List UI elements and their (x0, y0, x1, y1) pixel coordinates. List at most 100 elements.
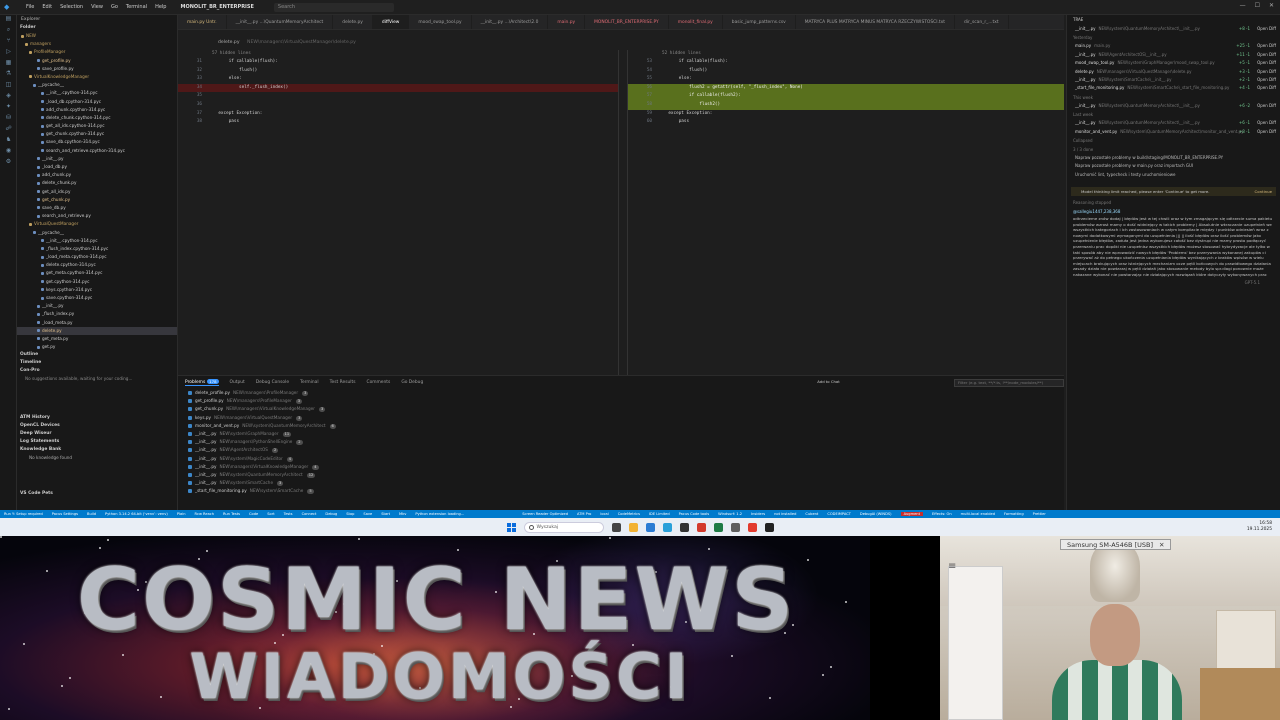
tree-item[interactable]: add_chunk.py (17, 171, 177, 179)
code-line[interactable]: 58 flush2() (628, 100, 1064, 110)
tree-item[interactable]: __pycache__ (17, 81, 177, 89)
tree-item[interactable]: managers (17, 40, 177, 48)
diff-original-pane[interactable]: 57 hidden lines 31 if callable(flush): 32… (178, 50, 618, 375)
vscode-taskbar-icon[interactable] (662, 522, 672, 532)
problem-file-row[interactable]: __init__.py NEW\AgentArchitectOS 2 (178, 446, 1064, 454)
changed-file-row[interactable]: __init__.py NEW\system\QuantumMemoryArchi… (1067, 102, 1280, 110)
menu-terminal[interactable]: Terminal (122, 4, 151, 10)
problem-file-row[interactable]: keys.py NEW\managers\VirtualQuestManager 3 (178, 414, 1064, 422)
editor-tab[interactable]: delete.py (333, 15, 373, 29)
problems-filter-input[interactable]: Filter (e.g. text, **/*.ts, !**/node_mod… (954, 378, 1064, 387)
changed-file-row[interactable]: main.py main.py +25 -1 Open Diff (1067, 42, 1280, 50)
tree-item[interactable]: search_and_retrieve.cpython-314.pyc (17, 147, 177, 155)
open-diff-button[interactable]: Open Diff (1257, 59, 1276, 67)
status-item[interactable]: Stop (346, 512, 354, 516)
knowledge-bank-section[interactable]: Knowledge Bank (17, 446, 177, 454)
code-line[interactable]: 59 except Exception: (628, 110, 1064, 119)
excel-icon[interactable] (713, 522, 723, 532)
menu-help[interactable]: Help (151, 4, 170, 10)
status-item[interactable]: ATM Pro (577, 512, 591, 516)
status-item[interactable]: Cubent (805, 512, 818, 516)
changed-file-row[interactable]: monitor_and_vent.py NEW\system\QuantumMem… (1067, 128, 1280, 136)
tree-item[interactable]: search_and_retrieve.py (17, 212, 177, 220)
tree-item[interactable]: get_all_ids.py (17, 188, 177, 196)
menu-view[interactable]: View (87, 4, 107, 10)
tree-item[interactable]: delete_chunk.py (17, 179, 177, 187)
tree-item[interactable]: get_chunk.py (17, 196, 177, 204)
menu-edit[interactable]: Edit (38, 4, 56, 10)
windows-start-icon[interactable] (506, 522, 516, 532)
maximize-icon[interactable]: ☐ (1255, 2, 1260, 9)
tab-go-debug[interactable]: Go Debug (401, 380, 423, 385)
open-diff-button[interactable]: Open Diff (1257, 51, 1276, 59)
tree-item[interactable]: VirtualKnowledgeManager (17, 73, 177, 81)
status-item[interactable]: Pacus Code tools (679, 512, 710, 516)
tree-item[interactable]: get_profile.py (17, 57, 177, 65)
changed-file-row[interactable]: __init__.py NEW\system\QuantumMemoryArchi… (1067, 25, 1280, 33)
tree-item[interactable]: __init__.py (17, 155, 177, 163)
tree-item[interactable]: __init__.cpython-314.pyc (17, 237, 177, 245)
tree-item[interactable]: save.cpython-314.pyc (17, 294, 177, 302)
model-selector[interactable]: GPT-5.1 (1067, 278, 1280, 287)
tree-item[interactable]: _flush_index.py (17, 310, 177, 318)
changed-file-row[interactable]: __init__.py NEW\AgentArchitectOS\__init__… (1067, 51, 1280, 59)
tree-item[interactable]: delete.cpython-314.pyc (17, 261, 177, 269)
source-control-icon[interactable]: ⑂ (0, 37, 17, 46)
calculator-icon[interactable] (730, 522, 740, 532)
hidden-lines-right[interactable]: 52 hidden lines (628, 50, 1064, 58)
editor-tab[interactable]: monolit_final.py (669, 15, 723, 29)
code-line[interactable]: 55 else: (628, 75, 1064, 84)
tree-item[interactable]: __init__.cpython-314.pyc (17, 89, 177, 97)
problem-file-row[interactable]: __init__.py NEW\managers\PythonShellEngin… (178, 438, 1064, 446)
open-diff-button[interactable]: Open Diff (1257, 76, 1276, 84)
command-search-input[interactable]: Search (273, 2, 394, 12)
status-item[interactable]: CodeMetrics (618, 512, 640, 516)
tree-item[interactable]: save_db.cpython-314.pyc (17, 138, 177, 146)
problem-file-row[interactable]: _start_file_monitoring.py NEW\system\Smar… (178, 487, 1064, 495)
search-icon[interactable]: ⌕ (0, 26, 17, 35)
close-icon[interactable]: ✕ (1269, 2, 1274, 9)
tree-item[interactable]: save_db.py (17, 204, 177, 212)
tab-problems[interactable]: Problems 178 (185, 379, 219, 386)
problem-file-row[interactable]: delete_profile.py NEW\managers\ProfileMan… (178, 389, 1064, 397)
status-item[interactable]: Python extension loading... (415, 512, 464, 516)
tab-comments[interactable]: Comments (367, 380, 391, 385)
tab-output[interactable]: Output (230, 380, 245, 385)
code-line[interactable]: 32 flush() (178, 67, 618, 76)
close-icon[interactable]: ✕ (1159, 541, 1164, 549)
tree-item[interactable]: save_profile.py (17, 65, 177, 73)
editor-tab[interactable]: mood_swap_tool.py (409, 15, 472, 29)
account-icon[interactable]: ◉ (0, 147, 17, 156)
tree-item[interactable]: delete.py (17, 326, 177, 335)
atm-history-section[interactable]: ATM History (17, 414, 177, 422)
testing-icon[interactable]: ⚗ (0, 70, 17, 79)
tree-item[interactable]: __init__.py (17, 302, 177, 310)
code-line[interactable]: 53 if callable(flush): (628, 58, 1064, 67)
augment-badge[interactable]: Augment (900, 512, 923, 516)
log-statements-section[interactable]: Log Statements (17, 438, 177, 446)
brave-icon[interactable] (696, 522, 706, 532)
code-line[interactable]: 37 except Exception: (178, 110, 618, 119)
status-item[interactable]: Run Y: Setup required (4, 512, 43, 516)
status-item[interactable]: not installed (774, 512, 796, 516)
editor-tab[interactable]: diffView (372, 15, 410, 29)
status-item[interactable]: Connect (302, 512, 317, 516)
copilot-section[interactable]: Con-Pro (17, 367, 177, 375)
file-explorer-icon[interactable] (628, 522, 638, 532)
status-item[interactable]: CODEIMPACT (827, 512, 851, 516)
tree-item[interactable]: get_chunk.cpython-314.pyc (17, 130, 177, 138)
obs-icon[interactable] (747, 522, 757, 532)
tree-item[interactable]: delete_chunk.cpython-314.pyc (17, 114, 177, 122)
code-line[interactable]: 60 pass (628, 118, 1064, 127)
remote-icon[interactable]: ◫ (0, 81, 17, 90)
menu-selection[interactable]: Selection (56, 4, 87, 10)
vscode-pets-section[interactable]: VS Code Pets (17, 490, 177, 498)
code-line[interactable]: 34 self._flush_index() (178, 83, 618, 93)
code-line[interactable]: 57 if callable(flush2): (628, 92, 1064, 101)
workspace-name[interactable]: MONOLIT_BR_ENTERPRISE (180, 4, 253, 10)
tree-item[interactable]: add_chunk.cpython-314.pyc (17, 106, 177, 114)
code-line[interactable]: 33 else: (178, 75, 618, 84)
problem-file-row[interactable]: __init__.py NEW\managers\VirtualKnowledge… (178, 463, 1064, 471)
status-item[interactable]: local (600, 512, 608, 516)
changed-file-row[interactable]: _start_file_monitoring.py NEW\system\Smar… (1067, 84, 1280, 92)
